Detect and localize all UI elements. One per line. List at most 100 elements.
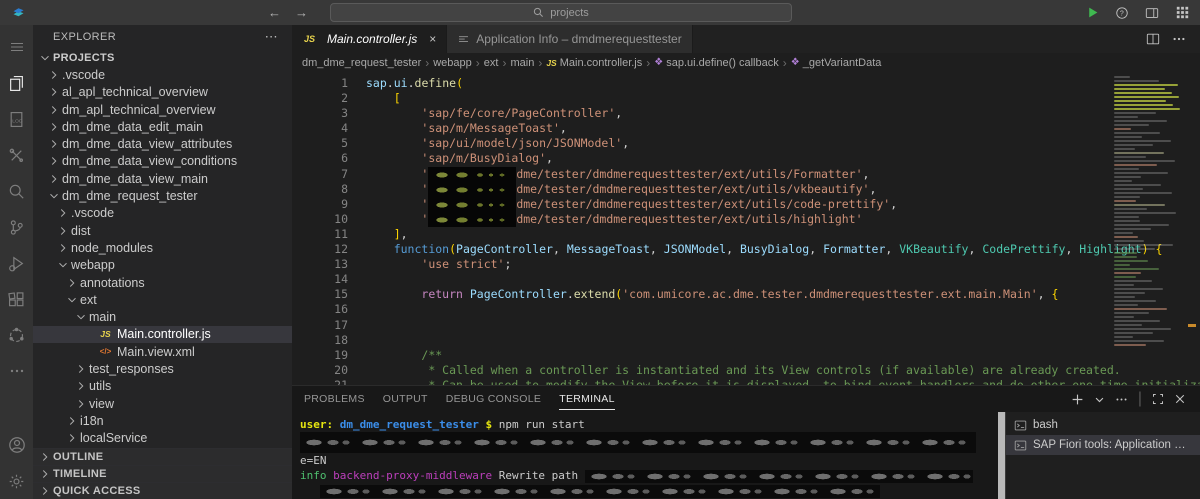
explorer-more-actions[interactable]: ⋯ (265, 29, 278, 45)
code-line-1: 1sap.ui.define( (292, 76, 1200, 91)
maximize-panel-icon[interactable] (1152, 393, 1164, 405)
breadcrumb-item-dm_dme_request_tester[interactable]: dm_dme_request_tester (302, 57, 421, 69)
tree-item-utils[interactable]: utils (33, 378, 292, 395)
breadcrumb-separator: › (783, 56, 787, 70)
tab-application-info---dmdmerequesttester[interactable]: Application Info – dmdmerequesttester (447, 25, 692, 53)
tree-item-annotations[interactable]: annotations (33, 274, 292, 291)
sidebar-section-outline[interactable]: OUTLINE (33, 448, 292, 465)
vscode-window: ← → projects ? LOG EXPL (0, 0, 1200, 499)
tree-item-dm_apl_technical_overview[interactable]: dm_apl_technical_overview (33, 101, 292, 118)
split-editor-icon[interactable] (1146, 32, 1160, 46)
tree-item-al_apl_technical_overview[interactable]: al_apl_technical_overview (33, 84, 292, 101)
terminal-session-bash[interactable]: bash (1006, 415, 1200, 435)
chevron-down-icon (55, 257, 71, 273)
terminal-scrollbar[interactable] (998, 412, 1005, 499)
tab-main.controller.js[interactable]: JSMain.controller.js× (292, 25, 447, 53)
terminal-dropdown-icon[interactable] (1094, 394, 1105, 405)
tree-item-localservice[interactable]: localService (33, 430, 292, 447)
activity-item-network[interactable] (0, 317, 33, 353)
activity-bar: LOG (0, 25, 33, 499)
tree-item-main[interactable]: main (33, 308, 292, 325)
activity-item-source-control[interactable] (0, 209, 33, 245)
tree-item-node_modules[interactable]: node_modules (33, 239, 292, 256)
line-number: 3 (292, 106, 366, 121)
chevron-right-icon (46, 84, 62, 100)
panel-tab-debug-console[interactable]: DEBUG CONSOLE (446, 388, 542, 410)
close-panel-icon[interactable] (1174, 393, 1186, 405)
menu-icon (9, 39, 25, 55)
terminal-session-sap-fiori-tools--application-mode...[interactable]: SAP Fiori tools: Application Mode... (1006, 435, 1200, 455)
line-number: 7 (292, 167, 366, 182)
terminal-icon (1014, 439, 1027, 452)
line-number: 4 (292, 121, 366, 136)
tree-item-i18n[interactable]: i18n (33, 412, 292, 429)
chevron-right-icon (37, 466, 53, 482)
activity-item-run-debug[interactable] (0, 245, 33, 281)
layout-toggle-icon[interactable] (1144, 5, 1160, 21)
tree-item-projects[interactable]: PROJECTS (33, 49, 292, 66)
tree-item-view[interactable]: view (33, 395, 292, 412)
tree-item-dm_dme_data_view_attributes[interactable]: dm_dme_data_view_attributes (33, 135, 292, 152)
tree-item-main.controller.js[interactable]: JSMain.controller.js (33, 326, 292, 343)
redacted-terminal-block (320, 485, 880, 498)
breadcrumb-item-_getvariantdata[interactable]: ❖_getVariantData (791, 57, 882, 69)
editor-more-actions-icon[interactable] (1172, 32, 1186, 46)
close-tab-icon[interactable]: × (429, 32, 436, 46)
minimap[interactable] (1114, 76, 1186, 385)
activity-item-extensions[interactable] (0, 281, 33, 317)
panel-tab-problems[interactable]: PROBLEMS (304, 388, 365, 410)
account-icon (8, 436, 26, 454)
line-number: 10 (292, 212, 366, 227)
run-button[interactable] (1084, 5, 1100, 21)
tree-item-dm_dme_data_view_conditions[interactable]: dm_dme_data_view_conditions (33, 153, 292, 170)
activity-item-account[interactable] (0, 427, 33, 463)
tree-item-ext[interactable]: ext (33, 291, 292, 308)
terminal-list: bashSAP Fiori tools: Application Mode... (1005, 412, 1200, 499)
tree-item-dist[interactable]: dist (33, 222, 292, 239)
panel-tab-output[interactable]: OUTPUT (383, 388, 428, 410)
activity-item-settings[interactable] (0, 463, 33, 499)
activity-item-log[interactable]: LOG (0, 101, 33, 137)
activity-item-tools[interactable] (0, 137, 33, 173)
help-icon[interactable]: ? (1114, 5, 1130, 21)
explorer-icon (8, 75, 25, 92)
breadcrumb-item-webapp[interactable]: webapp (433, 57, 472, 69)
tree-item-dm_dme_data_view_main[interactable]: dm_dme_data_view_main (33, 170, 292, 187)
chevron-right-icon (64, 275, 80, 291)
tree-item-test_responses[interactable]: test_responses (33, 360, 292, 377)
tree-item-dm_dme_request_tester[interactable]: dm_dme_request_tester (33, 187, 292, 204)
activity-item-search[interactable] (0, 173, 33, 209)
nav-forward-button[interactable]: → (295, 5, 308, 20)
new-terminal-icon[interactable] (1071, 393, 1084, 406)
breadcrumb-item-main.controller.js[interactable]: JSMain.controller.js (546, 57, 642, 69)
run-debug-icon (8, 255, 25, 272)
tree-item-dm_dme_data_edit_main[interactable]: dm_dme_data_edit_main (33, 118, 292, 135)
activity-item-more[interactable] (0, 353, 33, 389)
panel-tab-terminal[interactable]: TERMINAL (559, 388, 615, 410)
terminal-output[interactable]: user: dm_dme_request_tester $ npm run st… (292, 412, 998, 499)
js-file-icon: JS (302, 34, 317, 44)
tree-item-webapp[interactable]: webapp (33, 257, 292, 274)
activity-item-explorer[interactable] (0, 65, 33, 101)
nav-back-button[interactable]: ← (268, 5, 281, 20)
line-number: 13 (292, 257, 366, 272)
activity-item-menu[interactable] (0, 29, 33, 65)
chevron-down-icon (37, 50, 53, 66)
tree-item-label: .vscode (62, 68, 105, 82)
tree-item-.vscode[interactable]: .vscode (33, 66, 292, 83)
breadcrumb-item-ext[interactable]: ext (484, 57, 499, 69)
sidebar-section-timeline[interactable]: TIMELINE (33, 465, 292, 482)
sidebar-title: EXPLORER (53, 31, 116, 43)
tree-item-label: test_responses (89, 362, 174, 376)
tree-item-main.view.xml[interactable]: </>Main.view.xml (33, 343, 292, 360)
tree-item-.vscode[interactable]: .vscode (33, 205, 292, 222)
tree-item-label: main (89, 310, 116, 324)
breadcrumb-label: _getVariantData (803, 57, 882, 69)
sidebar-section-quick-access[interactable]: QUICK ACCESS (33, 482, 292, 499)
breadcrumb-item-sap.ui.define---callback[interactable]: ❖sap.ui.define() callback (654, 57, 778, 69)
code-editor[interactable]: 1sap.ui.define(2 [3 'sap/fe/core/PageCon… (292, 72, 1200, 385)
grid-menu-icon[interactable] (1174, 5, 1190, 21)
command-center-search[interactable]: projects (330, 3, 792, 22)
breadcrumb-item-main[interactable]: main (510, 57, 534, 69)
panel-more-actions-icon[interactable] (1115, 393, 1128, 406)
